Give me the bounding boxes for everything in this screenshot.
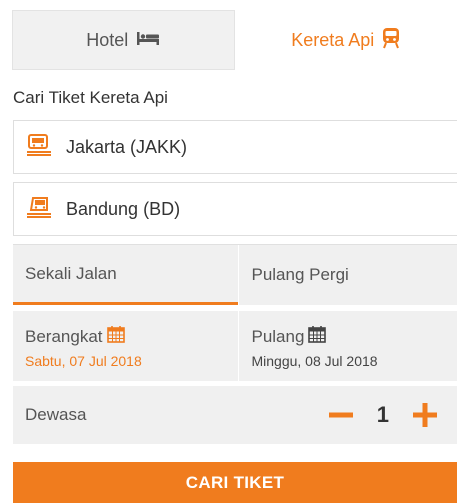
tab-hotel[interactable]: Hotel	[12, 10, 235, 70]
passenger-type-label: Dewasa	[25, 405, 87, 424]
departure-date-field[interactable]: Berangkat Sabtu, 07 Jul 2018	[13, 311, 239, 381]
increment-button[interactable]	[411, 401, 439, 429]
service-tabs: Hotel Kereta Api	[12, 10, 457, 70]
origin-station-field[interactable]: Jakarta (JAKK)	[13, 120, 457, 174]
train-arrival-icon	[26, 196, 52, 223]
train-icon	[382, 27, 400, 54]
plus-icon	[413, 403, 437, 427]
passenger-count: 1	[376, 402, 389, 427]
train-departure-icon	[26, 133, 52, 161]
trip-type-one-way[interactable]: Sekali Jalan	[13, 245, 239, 305]
return-date-field[interactable]: Pulang Minggu, 08 Jul 2018	[239, 311, 457, 381]
trip-type-round-trip-label: Pulang Pergi	[251, 265, 349, 284]
passenger-stepper: 1	[327, 401, 457, 429]
calendar-icon	[106, 325, 125, 348]
decrement-button[interactable]	[327, 401, 355, 429]
bed-icon	[136, 30, 160, 51]
passenger-row: Dewasa 1	[13, 386, 457, 444]
destination-station-value: Bandung (BD)	[66, 198, 181, 219]
search-ticket-button[interactable]: CARI TIKET	[13, 462, 457, 503]
trip-type-round-trip[interactable]: Pulang Pergi	[239, 245, 457, 305]
departure-date-value: Sabtu, 07 Jul 2018	[25, 353, 142, 369]
trip-type-one-way-label: Sekali Jalan	[25, 263, 117, 283]
tab-kereta-api-label: Kereta Api	[291, 29, 375, 50]
page-subtitle: Cari Tiket Kereta Api	[13, 88, 168, 107]
minus-icon	[328, 412, 353, 418]
destination-station-field[interactable]: Bandung (BD)	[13, 182, 457, 236]
origin-station-value: Jakarta (JAKK)	[66, 136, 188, 157]
trip-type-selector: Sekali Jalan Pulang Pergi	[13, 244, 457, 305]
calendar-icon	[308, 325, 327, 348]
departure-label: Berangkat	[25, 326, 103, 346]
tab-kereta-api[interactable]: Kereta Api	[234, 10, 457, 70]
return-date-value: Minggu, 08 Jul 2018	[251, 353, 378, 369]
date-selector: Berangkat Sabtu, 07 Jul 2018 Pulang Ming…	[13, 311, 457, 381]
tab-hotel-label: Hotel	[86, 29, 129, 50]
search-ticket-button-label: CARI TIKET	[185, 472, 285, 492]
return-label: Pulang	[251, 326, 305, 346]
